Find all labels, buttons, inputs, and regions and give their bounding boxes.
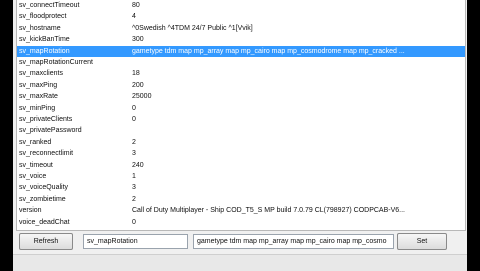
cvar-value: ^0Swedish ^4TDM 24/7 Public ^1[Vvik] [132,24,253,32]
cvar-list[interactable]: sv_connectTimeout 80 sv_floodprotect 4 sv_ho… [16,0,466,231]
cvar-name: sv_maxclients [19,70,63,78]
cvar-name: sv_timeout [19,161,53,169]
status-bar [13,254,467,271]
list-item[interactable]: sv_minPing 0 [17,103,465,114]
cvar-value: Call of Duty Multiplayer - Ship COD_T5_S… [132,207,405,215]
list-item[interactable]: voice_deadChat 0 [17,217,465,228]
list-item[interactable]: sv_privateClients 0 [17,114,465,125]
list-item[interactable]: sv_timeout 240 [17,160,465,171]
list-item[interactable]: sv_reconnectlimit 3 [17,148,465,159]
list-item[interactable]: sv_floodprotect 4 [17,11,465,22]
list-item[interactable]: sv_mapRotation gametype tdm map mp_array … [17,45,465,57]
cvar-value: 18 [132,70,140,78]
list-item[interactable]: sv_privatePassword [17,125,465,136]
cvar-name: voice_deadChat [19,218,70,226]
cvar-name-field[interactable]: sv_mapRotation [83,234,188,249]
cvar-name: sv_hostname [19,24,61,32]
cvar-value: 3 [132,184,136,192]
cvar-name: sv_kickBanTime [19,36,70,44]
list-item[interactable]: sv_mapRotationCurrent [17,57,465,68]
cvar-value: 0 [132,218,136,226]
cvar-value: 4 [132,13,136,21]
cvar-value: 3 [132,150,136,158]
cvar-value: 2 [132,138,136,146]
list-item[interactable]: sv_maxPing 200 [17,80,465,91]
cvar-value: gametype tdm map mp_array map mp_cairo m… [132,47,405,55]
list-item[interactable]: sv_hostname ^0Swedish ^4TDM 24/7 Public ^… [17,23,465,34]
cvar-name: version [19,207,42,215]
cvar-name: sv_reconnectlimit [19,150,74,158]
cvar-value: 25000 [132,93,152,101]
cvar-name: sv_privateClients [19,116,73,123]
list-item[interactable]: version Call of Duty Multiplayer - Ship C… [17,205,465,216]
cvar-name: sv_connectTimeout [19,2,80,9]
refresh-button[interactable]: Refresh [19,233,73,250]
cvar-value: 200 [132,81,144,89]
set-button[interactable]: Set [397,233,447,250]
cvar-value: 80 [132,2,140,9]
cvar-value: 300 [132,36,144,44]
cvar-name: sv_floodprotect [19,13,67,21]
list-item[interactable]: sv_kickBanTime 300 [17,34,465,45]
cvar-value: 240 [132,161,144,169]
list-item[interactable]: sv_voice 1 [17,171,465,182]
cvar-name: sv_mapRotation [19,45,125,57]
cvar-name: sv_zombietime [19,195,66,203]
list-item[interactable]: sv_voiceQuality 3 [17,182,465,193]
cvar-name: sv_minPing [19,104,56,112]
cvar-value: 1 [132,173,136,180]
cvar-name: sv_mapRotationCurrent [19,59,93,66]
list-item[interactable]: sv_maxRate 25000 [17,91,465,102]
list-item[interactable]: sv_maxclients 18 [17,68,465,79]
cvar-value: 0 [132,116,136,123]
cvar-value: 0 [132,104,136,112]
cvar-name: sv_maxPing [19,81,58,89]
cvar-name: sv_voiceQuality [19,184,69,192]
server-settings-window: sv_connectTimeout 80 sv_floodprotect 4 sv_ho… [13,0,467,271]
cvar-name: sv_privatePassword [19,127,82,135]
cvar-value-field[interactable]: gametype tdm map mp_array map mp_cairo m… [193,234,394,249]
cvar-name: sv_maxRate [19,93,58,101]
edit-bar: Refresh sv_mapRotation gametype tdm map … [13,233,467,251]
cvar-name: sv_ranked [19,138,52,146]
list-item[interactable]: sv_connectTimeout 80 [17,0,465,11]
list-item[interactable]: sv_ranked 2 [17,137,465,148]
cvar-value: 2 [132,195,136,203]
cvar-name: sv_voice [19,173,47,180]
list-item[interactable]: sv_zombietime 2 [17,194,465,205]
